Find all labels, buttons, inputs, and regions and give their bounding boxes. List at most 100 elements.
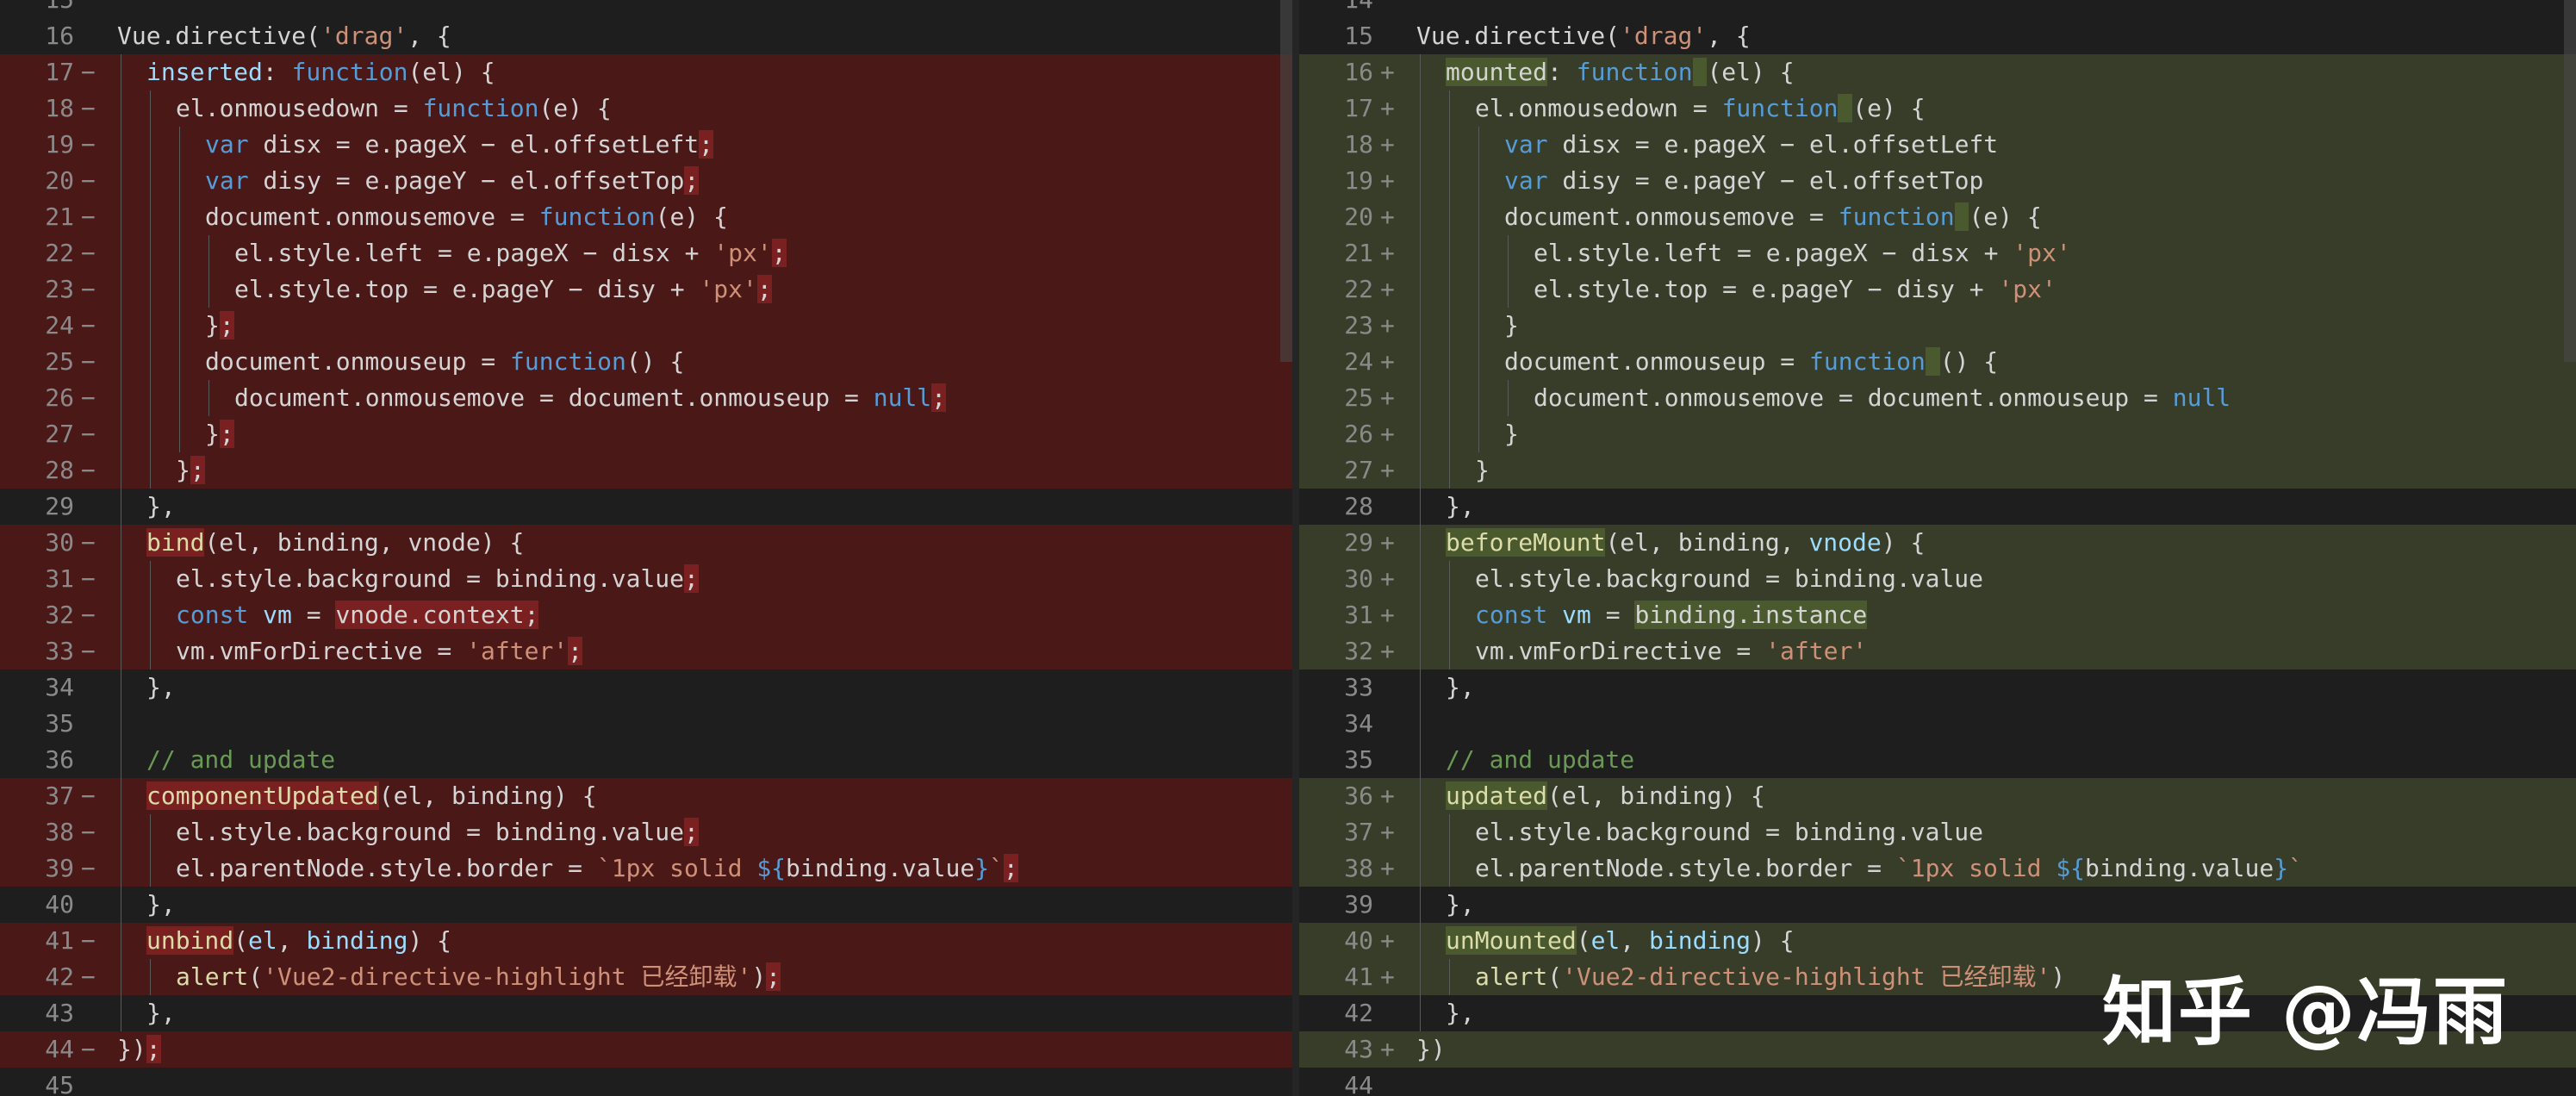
code-line[interactable]: 45 bbox=[0, 1068, 1292, 1096]
code-line[interactable]: 37 + el.style.background = binding.value bbox=[1299, 814, 2576, 850]
code-line[interactable]: 40}, bbox=[0, 887, 1292, 923]
code-text: el.style.top = e.pageY − disy + 'px' bbox=[1534, 271, 2056, 308]
code-line[interactable]: 38 + el.parentNode.style.border = `1px sol… bbox=[1299, 850, 2576, 887]
pane-divider[interactable] bbox=[1292, 0, 1299, 1096]
code-line[interactable]: 30 + el.style.background = binding.value bbox=[1299, 561, 2576, 597]
indent-guide bbox=[1508, 271, 1509, 308]
code-token: disx = e.pageX − el.offsetLeft bbox=[248, 130, 700, 159]
code-line[interactable]: 15 Vue.directive('drag', { bbox=[1299, 18, 2576, 54]
scrollbar-left[interactable] bbox=[1280, 0, 1292, 362]
code-line[interactable]: 20− var disy = e.pageY − el.offsetTop; bbox=[0, 163, 1292, 199]
code-line[interactable]: 29 + beforeMount(el, binding, vnode) { bbox=[1299, 525, 2576, 561]
code-line[interactable]: 41− unbind(el, binding) { bbox=[0, 923, 1292, 959]
code-line[interactable]: 33− vm.vmForDirective = 'after'; bbox=[0, 633, 1292, 669]
line-number: 19 bbox=[45, 130, 74, 159]
code-line[interactable]: 25 + document.onmousemove = document.onmou… bbox=[1299, 380, 2576, 416]
diff-marker: + bbox=[1380, 1035, 1395, 1063]
code-line[interactable]: 31 + const vm = binding.instance bbox=[1299, 597, 2576, 633]
indent-guide bbox=[1449, 597, 1450, 633]
code-line[interactable]: 33}, bbox=[1299, 669, 2576, 706]
code-line[interactable]: 14 bbox=[1299, 0, 2576, 18]
code-token: }, bbox=[146, 890, 176, 919]
code-token: unMounted bbox=[1446, 926, 1577, 955]
code-line[interactable]: 44−}); bbox=[0, 1031, 1292, 1068]
diff-pane-original[interactable]: 1516Vue.directive('drag', {17−inserted: … bbox=[0, 0, 1292, 1096]
code-line[interactable]: 26 +} bbox=[1299, 416, 2576, 452]
code-line[interactable]: 24−}; bbox=[0, 308, 1292, 344]
line-number: 31 bbox=[1344, 601, 1373, 629]
code-line[interactable]: 19 + var disy = e.pageY − el.offsetTop bbox=[1299, 163, 2576, 199]
code-line[interactable]: 37− componentUpdated(el, binding) { bbox=[0, 778, 1292, 814]
code-text: }; bbox=[176, 452, 205, 489]
code-line[interactable]: 22 + el.style.top = e.pageY − disy + 'px' bbox=[1299, 271, 2576, 308]
scrollbar-right[interactable] bbox=[2564, 0, 2576, 362]
code-line[interactable]: 22− el.style.left = e.pageX − disx + 'px'… bbox=[0, 235, 1292, 271]
code-line[interactable]: 25− document.onmouseup = function() { bbox=[0, 344, 1292, 380]
code-line[interactable]: 19− var disx = e.pageX − el.offsetLeft; bbox=[0, 127, 1292, 163]
code-line[interactable]: 30− bind(el, binding, vnode) { bbox=[0, 525, 1292, 561]
code-line[interactable]: 16 + mounted: function (el) { bbox=[1299, 54, 2576, 90]
code-text: }; bbox=[205, 308, 234, 344]
code-line[interactable]: 23 +} bbox=[1299, 308, 2576, 344]
code-token: function bbox=[538, 202, 656, 231]
code-token: } bbox=[205, 311, 220, 339]
code-token: vnode bbox=[1808, 528, 1882, 557]
code-line[interactable]: 36 // and update bbox=[0, 742, 1292, 778]
code-line[interactable]: 28}, bbox=[1299, 489, 2576, 525]
indent-guide bbox=[1420, 561, 1421, 597]
code-token: (e) { bbox=[1969, 202, 2042, 231]
code-line[interactable]: 20 + document.onmousemove = function (e) { bbox=[1299, 199, 2576, 235]
code-line[interactable]: 29}, bbox=[0, 489, 1292, 525]
line-number: 20 bbox=[45, 166, 74, 195]
code-line[interactable]: 43}, bbox=[0, 995, 1292, 1031]
code-line[interactable]: 44 bbox=[1299, 1068, 2576, 1096]
code-line[interactable]: 27 +} bbox=[1299, 452, 2576, 489]
code-line[interactable]: 26− document.onmousemove = document.onmou… bbox=[0, 380, 1292, 416]
code-line[interactable]: 34 bbox=[1299, 706, 2576, 742]
code-token: Vue.directive( bbox=[117, 22, 321, 50]
code-text: var disy = e.pageY − el.offsetTop bbox=[1504, 163, 1983, 199]
code-token: disy = e.pageY − el.offsetTop bbox=[1547, 166, 1984, 195]
code-line[interactable]: 32 + vm.vmForDirective = 'after' bbox=[1299, 633, 2576, 669]
code-line[interactable]: 18 + var disx = e.pageX − el.offsetLeft bbox=[1299, 127, 2576, 163]
indent-guide bbox=[150, 235, 151, 271]
code-token: null bbox=[2172, 383, 2231, 412]
code-text: el.style.background = binding.value; bbox=[176, 561, 699, 597]
code-line[interactable]: 42− alert('Vue2-directive-highlight 已经卸载'… bbox=[0, 959, 1292, 995]
code-token: binding.instance bbox=[1634, 601, 1868, 629]
indent-guide bbox=[1478, 199, 1479, 235]
line-number: 42 bbox=[45, 962, 74, 991]
code-line[interactable]: 35 // and update bbox=[1299, 742, 2576, 778]
indent-guide bbox=[1420, 489, 1421, 525]
code-line[interactable]: 28−}; bbox=[0, 452, 1292, 489]
code-token: (e) { bbox=[655, 202, 728, 231]
code-line[interactable]: 39− el.parentNode.style.border = `1px sol… bbox=[0, 850, 1292, 887]
code-token: alert bbox=[1475, 962, 1548, 991]
code-line[interactable]: 32− const vm = vnode.context; bbox=[0, 597, 1292, 633]
code-line[interactable]: 18− el.onmousedown = function(e) { bbox=[0, 90, 1292, 127]
diff-pane-modified[interactable]: 1415Vue.directive('drag', {16+mounted: f… bbox=[1299, 0, 2576, 1096]
code-line[interactable]: 17 + el.onmousedown = function (e) { bbox=[1299, 90, 2576, 127]
line-number: 41 bbox=[45, 926, 74, 955]
diff-marker: − bbox=[81, 347, 96, 376]
code-line[interactable]: 34}, bbox=[0, 669, 1292, 706]
code-line[interactable]: 15 bbox=[0, 0, 1292, 18]
code-line[interactable]: 21− document.onmousemove = function(e) { bbox=[0, 199, 1292, 235]
code-line[interactable]: 24 + document.onmouseup = function () { bbox=[1299, 344, 2576, 380]
code-line[interactable]: 21 + el.style.left = e.pageX − disx + 'px' bbox=[1299, 235, 2576, 271]
code-token: null bbox=[873, 383, 932, 412]
code-line[interactable]: 23− el.style.top = e.pageY − disy + 'px'; bbox=[0, 271, 1292, 308]
diff-marker: − bbox=[81, 311, 96, 339]
code-line[interactable]: 36 + updated(el, binding) { bbox=[1299, 778, 2576, 814]
code-token: el.style.left = e.pageX − disx + bbox=[1534, 239, 2013, 267]
code-line[interactable]: 17− inserted: function(el) { bbox=[0, 54, 1292, 90]
code-line[interactable]: 31− el.style.background = binding.value; bbox=[0, 561, 1292, 597]
indent-guide bbox=[1449, 163, 1450, 199]
indent-guide bbox=[1420, 778, 1421, 814]
code-line[interactable]: 39}, bbox=[1299, 887, 2576, 923]
code-line[interactable]: 16 Vue.directive('drag', { bbox=[0, 18, 1292, 54]
code-line[interactable]: 38− el.style.background = binding.value; bbox=[0, 814, 1292, 850]
code-line[interactable]: 35 bbox=[0, 706, 1292, 742]
diff-marker: + bbox=[1380, 58, 1395, 86]
code-line[interactable]: 27−}; bbox=[0, 416, 1292, 452]
